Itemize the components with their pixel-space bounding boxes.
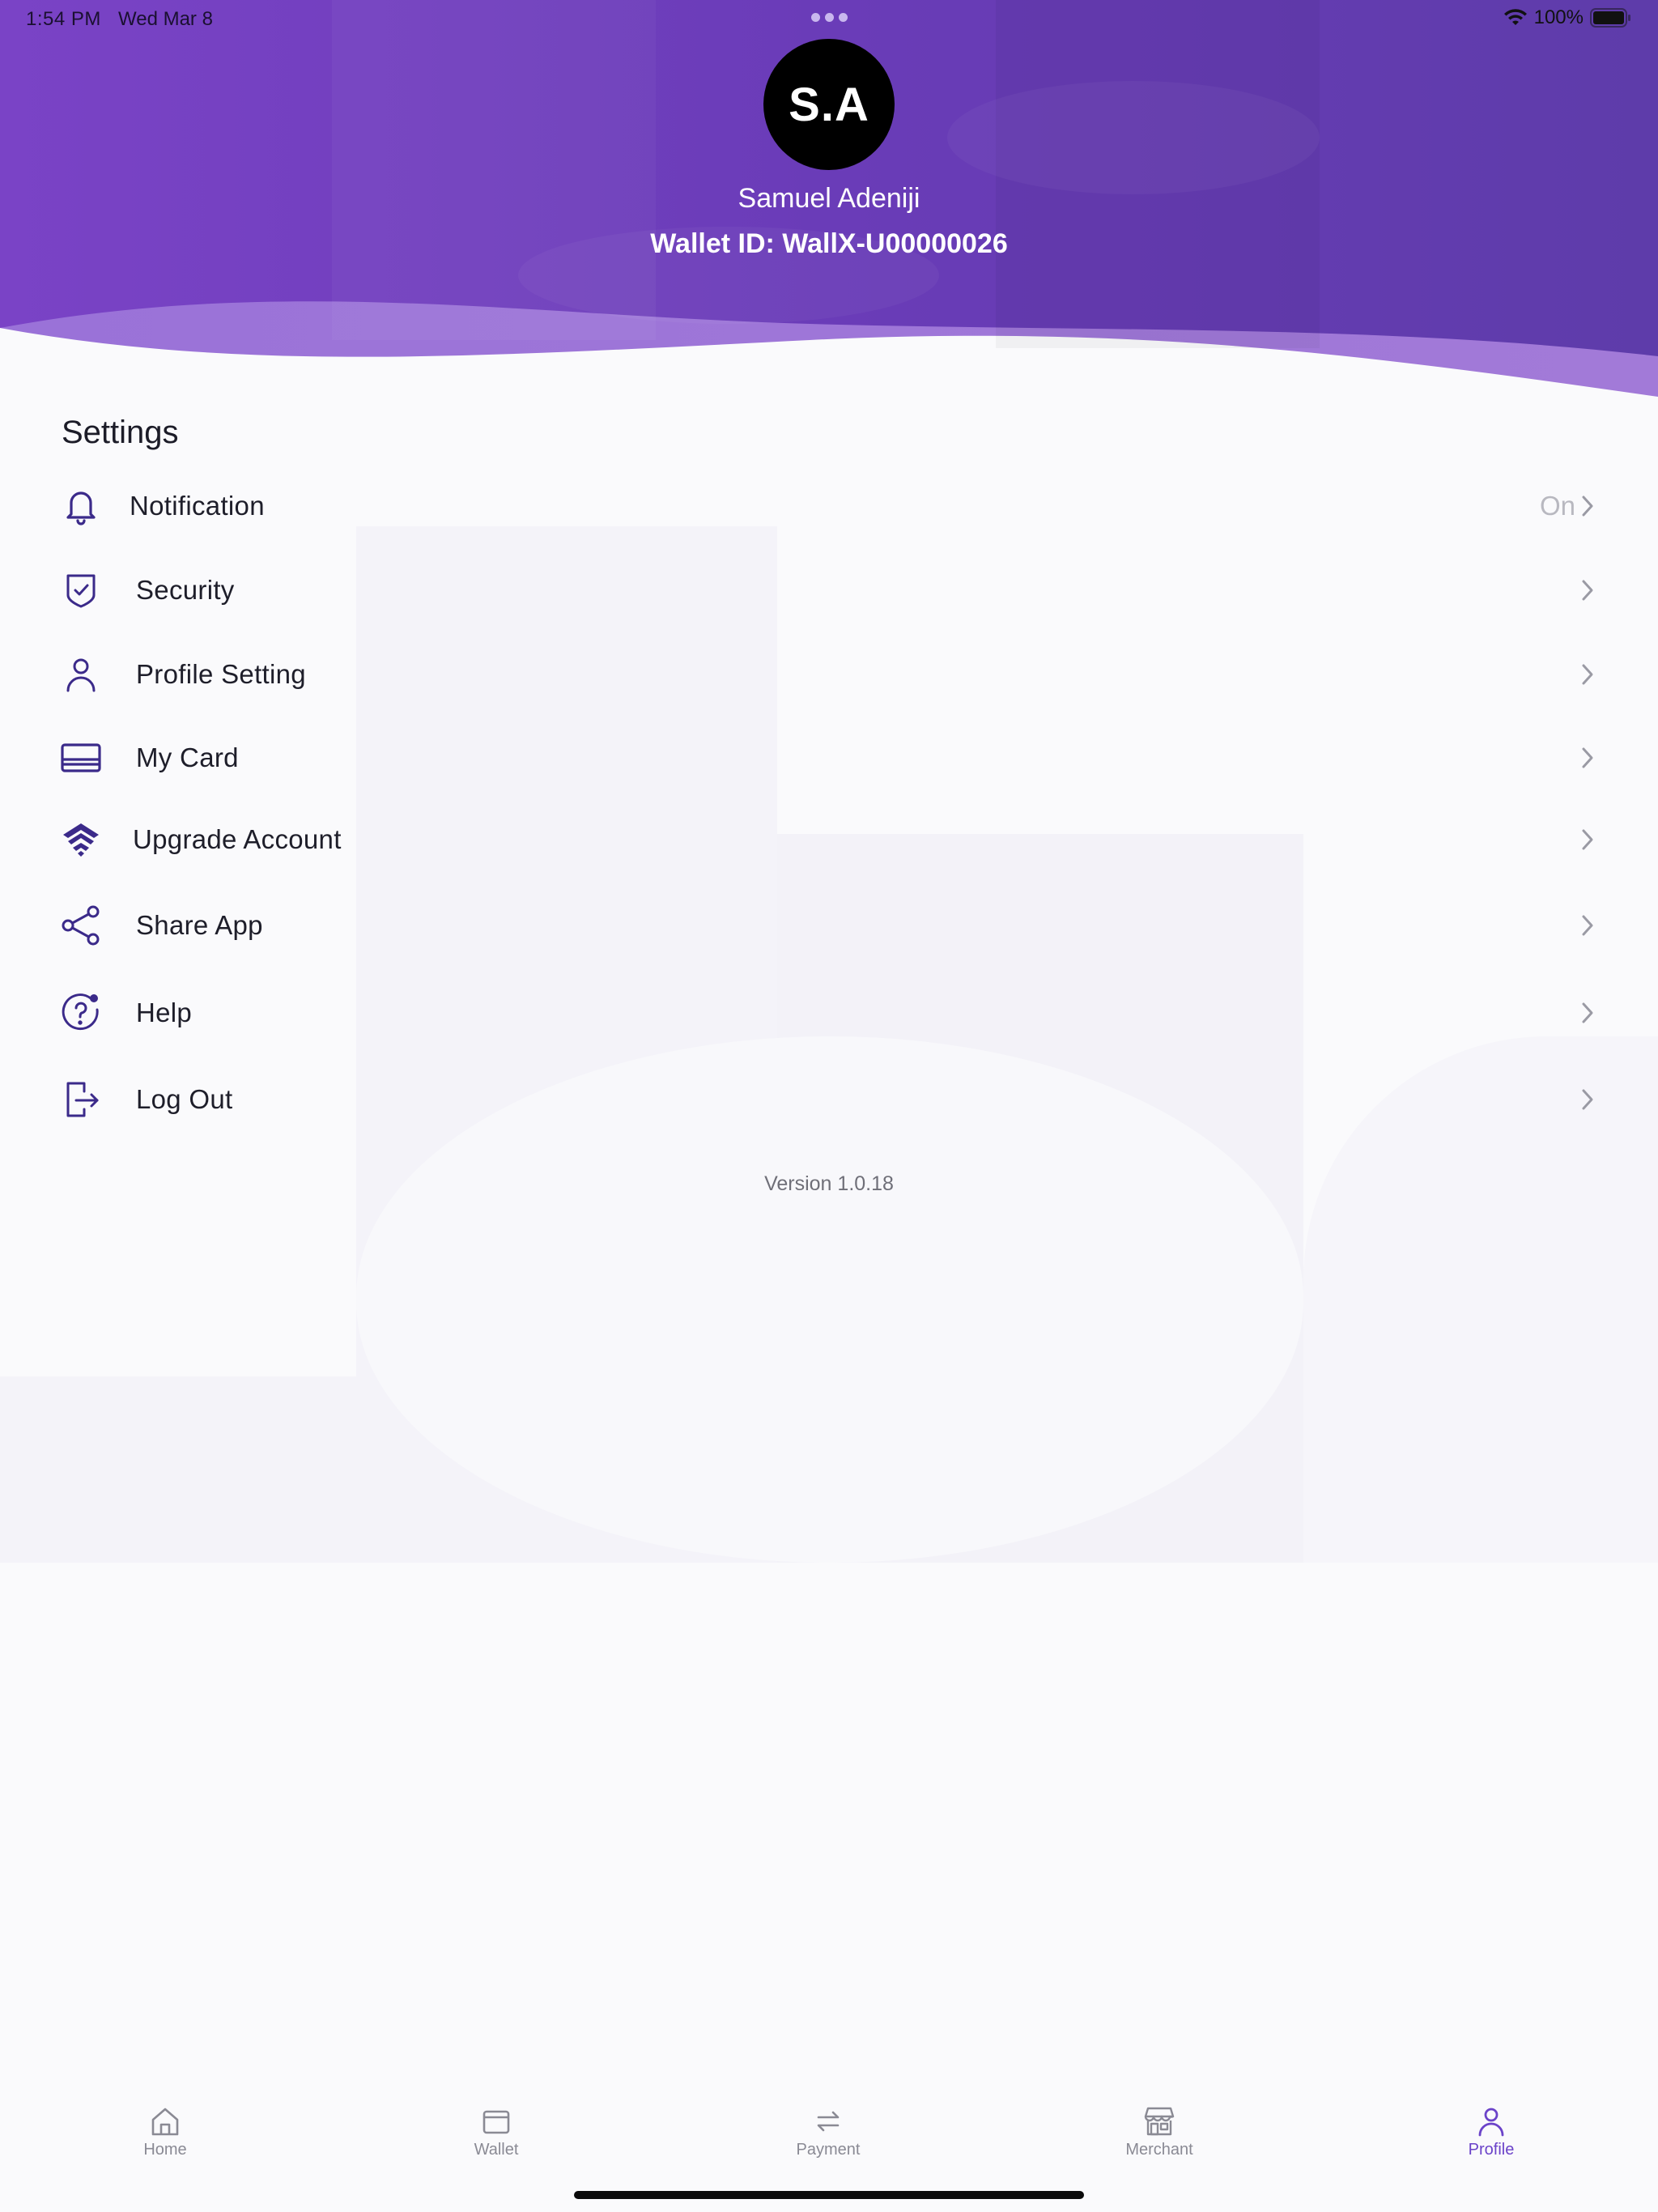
tab-label: Home [143,2141,187,2159]
settings-item-my-card[interactable]: My Card [0,721,1658,794]
chevron-right-icon [1582,1002,1593,1023]
settings-item-notification[interactable]: Notification On [0,470,1658,542]
tab-label: Wallet [474,2141,519,2159]
settings-item-trailing [1580,578,1595,602]
tab-payment[interactable]: Payment [747,2105,909,2159]
status-date: Wed Mar 8 [118,8,213,30]
settings-item-trailing [1580,662,1595,687]
settings-item-trailing [1580,1087,1595,1112]
tab-merchant[interactable]: Merchant [1078,2105,1240,2159]
settings-item-label: Help [136,998,193,1027]
tab-wallet[interactable]: Wallet [415,2105,577,2159]
wallet-id: Wallet ID: WallX-U00000026 [650,228,1008,259]
chevron-right-icon [1582,915,1593,936]
settings-item-security[interactable]: Security [0,554,1658,627]
status-bar: 1:54 PM Wed Mar 8 100% [0,0,1658,39]
settings-item-share-app[interactable]: Share App [0,889,1658,962]
home-indicator[interactable] [574,2191,1084,2199]
status-indicators: 100% [1503,6,1632,29]
chevron-right-icon [1582,580,1593,601]
store-icon [1144,2107,1175,2136]
battery-percent: 100% [1533,6,1584,28]
person-icon [60,653,102,696]
settings-title: Settings [62,415,179,450]
settings-item-profile-setting[interactable]: Profile Setting [0,638,1658,711]
user-name: Samuel Adeniji [738,183,920,214]
transfer-arrows-icon [817,2111,840,2132]
shield-check-icon [60,569,102,611]
tab-label: Payment [796,2141,861,2159]
logout-icon [60,1078,102,1121]
multitasking-dots[interactable] [811,13,848,22]
tab-label: Profile [1468,2141,1515,2159]
settings-item-label: Log Out [136,1084,233,1114]
settings-item-label: Upgrade Account [133,824,342,854]
home-icon [151,2108,179,2136]
settings-item-label: Share App [136,910,263,940]
settings-item-label: Profile Setting [136,659,306,689]
chevron-right-icon [1582,829,1593,850]
settings-item-trailing [1580,913,1595,938]
settings-item-help[interactable]: Help [0,976,1658,1049]
help-icon [60,992,102,1034]
wifi-icon [1503,9,1527,25]
settings-item-label: Security [136,575,235,605]
wallet-icon [483,2110,510,2134]
avatar[interactable]: S.A [763,39,895,170]
settings-item-label: My Card [136,742,239,772]
notification-status: On [1539,491,1575,521]
settings-item-upgrade-account[interactable]: Upgrade Account [0,803,1658,876]
profile-header: 1:54 PM Wed Mar 8 100% S.A Samuel Adenij… [0,0,1658,405]
person-icon [1478,2108,1504,2137]
app-version: Version 1.0.18 [764,1172,894,1195]
chevron-right-icon [1582,747,1593,768]
settings-item-trailing [1580,1001,1595,1025]
profile-screen: 1:54 PM Wed Mar 8 100% S.A Samuel Adenij… [0,0,1658,2212]
tab-home[interactable]: Home [84,2105,246,2159]
share-icon [60,904,102,946]
settings-item-trailing [1580,827,1595,852]
settings-item-log-out[interactable]: Log Out [0,1063,1658,1136]
chevron-right-icon [1582,496,1593,517]
card-icon [60,737,102,779]
status-time: 1:54 PM [26,8,101,30]
tab-label: Merchant [1125,2141,1193,2159]
tab-profile[interactable]: Profile [1410,2105,1572,2159]
settings-item-trailing: On [1540,491,1595,521]
background-pattern [0,1376,356,1563]
bell-icon [60,485,102,527]
upgrade-chevrons-icon [60,819,102,861]
settings-item-label: Notification [130,491,265,521]
battery-icon [1590,8,1630,28]
chevron-right-icon [1582,664,1593,685]
avatar-initials: S.A [789,78,869,131]
chevron-right-icon [1582,1089,1593,1110]
settings-item-trailing [1580,746,1595,770]
